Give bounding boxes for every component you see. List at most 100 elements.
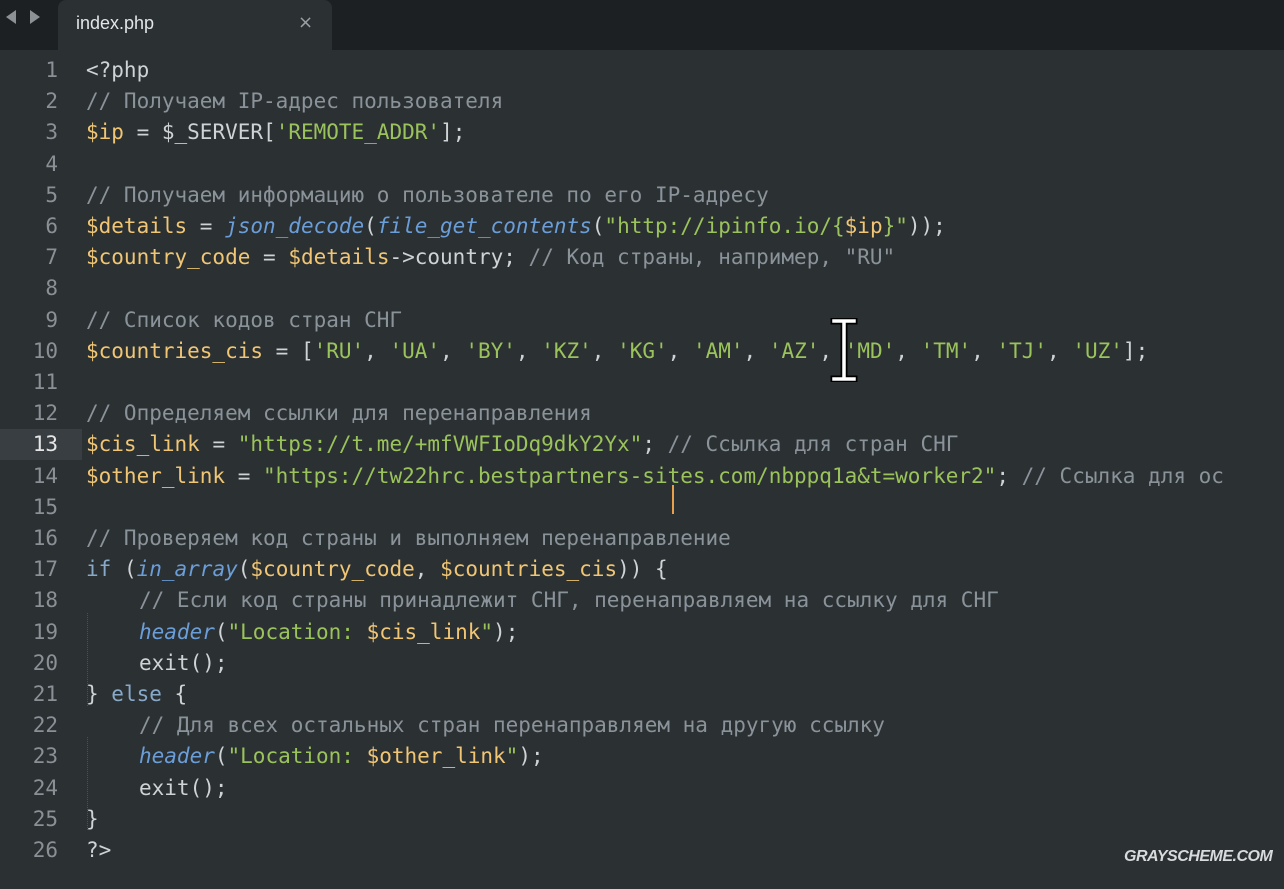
code-token: // Ссылка для стран СНГ	[667, 432, 959, 457]
code-line[interactable]: ?>	[86, 835, 111, 866]
code-token: ,	[364, 338, 390, 363]
line-number: 19	[32, 619, 58, 644]
code-line[interactable]: $other_link = "https://tw22hrc.bestpartn…	[86, 461, 1224, 492]
code-line[interactable]: // Получаем информацию о пользователе по…	[86, 180, 769, 211]
code-token: ,	[667, 338, 693, 363]
code-token: $details	[288, 245, 390, 270]
line-number: 20	[32, 650, 58, 675]
code-token: =	[225, 463, 264, 488]
code-token: 'KZ'	[541, 338, 592, 363]
code-token: (	[214, 744, 228, 769]
code-token: $details	[86, 214, 188, 238]
code-line[interactable]: // Если код страны принадлежит СНГ, пере…	[139, 585, 999, 616]
code-token: 'KG'	[617, 338, 668, 363]
code-token: "	[505, 744, 519, 769]
tab-title: index.php	[76, 13, 155, 33]
code-token: [	[263, 120, 276, 145]
line-number: 15	[32, 494, 58, 519]
text-caret	[672, 485, 674, 514]
code-line[interactable]: $countries_cis = ['RU', 'UA', 'BY', 'KZ'…	[86, 336, 1148, 367]
line-number-gutter: 1 2 3 4 5 6 7 8 9 10 11 12 13 14 15 16 17 18 19 20 21 22 23 24 2…	[0, 55, 78, 889]
code-line[interactable]: $ip = $_SERVER['REMOTE_ADDR'];	[86, 117, 465, 148]
line-number: 17	[32, 557, 58, 582]
tab-index-php[interactable]: index.php ×	[58, 0, 332, 50]
code-line[interactable]: // Получаем IP-адрес пользователя	[86, 86, 503, 117]
code-token: $cis_link	[366, 619, 481, 644]
code-token: $countries_cis	[440, 557, 618, 582]
code-token: ;	[642, 432, 668, 457]
code-token: header	[139, 619, 215, 644]
code-token: 'REMOTE_ADDR'	[275, 120, 441, 145]
code-token: ,	[971, 338, 997, 363]
close-icon[interactable]: ×	[298, 12, 313, 33]
code-token: =	[187, 214, 226, 238]
code-token: 'UZ'	[1072, 338, 1123, 363]
code-line[interactable]: } else {	[86, 679, 187, 710]
code-token: ];	[1122, 338, 1149, 363]
code-token: ,	[1047, 338, 1073, 363]
line-number: 23	[32, 744, 58, 769]
code-token: // Определяем ссылки для перенаправления	[86, 401, 592, 426]
code-token: 'AZ'	[768, 338, 820, 363]
arrow-left-icon[interactable]	[6, 10, 16, 24]
code-token: {	[161, 682, 188, 706]
code-line[interactable]: // Для всех остальных стран перенаправля…	[139, 710, 885, 741]
line-number: 4	[45, 151, 58, 176]
code-line[interactable]: // Проверяем код страны и выполняем пере…	[86, 523, 731, 554]
code-line[interactable]: header("Location: $cis_link");	[139, 617, 518, 648]
code-line[interactable]: exit();	[139, 648, 228, 679]
code-editor[interactable]: 1 2 3 4 5 6 7 8 9 10 11 12 13 14 15 16 17 18 19 20 21 22 23 24 2…	[0, 55, 1284, 889]
code-token: 'RU'	[313, 338, 365, 363]
line-number: 5	[45, 182, 58, 207]
code-token: ->country;	[389, 245, 529, 270]
code-line[interactable]: $country_code = $details->country; // Ко…	[86, 242, 895, 273]
arrow-right-icon[interactable]	[30, 10, 40, 24]
code-token: ,	[895, 338, 921, 363]
code-line[interactable]: $details = json_decode(file_get_contents…	[86, 211, 946, 242]
code-token: =	[123, 120, 162, 145]
code-token: ();	[189, 775, 228, 800]
code-line[interactable]: // Определяем ссылки для перенаправления	[86, 398, 592, 429]
code-line[interactable]: exit();	[139, 773, 228, 804]
code-token: ];	[440, 120, 466, 145]
code-token: // Список кодов стран СНГ	[86, 307, 403, 332]
code-token: ,	[515, 338, 542, 363]
code-token: = [	[263, 338, 314, 363]
code-token: =	[199, 432, 238, 457]
vertical-scrollbar[interactable]	[1272, 55, 1284, 889]
code-token: ();	[189, 650, 228, 675]
code-token: in_array	[136, 557, 238, 582]
code-token: ,	[591, 338, 618, 363]
code-token: {	[832, 214, 845, 238]
line-number: 8	[45, 276, 58, 301]
code-token: <?php	[86, 58, 150, 82]
code-token: "Location:	[227, 744, 367, 769]
code-token: ;	[996, 463, 1022, 488]
code-token: else	[111, 682, 162, 706]
line-number: 26	[32, 838, 58, 862]
code-token: // Для всех остальных стран перенаправля…	[139, 713, 885, 738]
code-area[interactable]: <?php // Получаем IP-адрес пользователя $i…	[86, 55, 1284, 889]
code-token: 'AM'	[692, 338, 744, 363]
code-token: )) {	[617, 557, 668, 582]
line-number: 9	[45, 307, 58, 332]
code-token: file_get_contents	[376, 214, 592, 238]
code-line[interactable]: $cis_link = "https://t.me/+mfVWFIoDq9dkY…	[86, 429, 958, 460]
code-token: "	[480, 619, 494, 644]
indent-guide	[87, 613, 88, 706]
code-token: (	[111, 557, 137, 582]
code-token: =	[250, 245, 289, 270]
code-token: 'BY'	[465, 338, 516, 363]
code-line[interactable]: <?php	[86, 55, 149, 86]
code-token: 'TJ'	[996, 338, 1048, 363]
code-line[interactable]: // Список кодов стран СНГ	[86, 305, 402, 336]
code-line[interactable]: header("Location: $other_link");	[139, 741, 544, 772]
line-number: 11	[32, 370, 58, 394]
line-number: 25	[32, 806, 58, 831]
code-token: if	[86, 557, 112, 582]
code-token: );	[518, 744, 544, 769]
code-token: "Location:	[227, 619, 367, 644]
line-number: 12	[32, 401, 58, 426]
code-token: (	[214, 619, 228, 644]
code-line[interactable]: if (in_array($country_code, $countries_c…	[86, 554, 668, 585]
